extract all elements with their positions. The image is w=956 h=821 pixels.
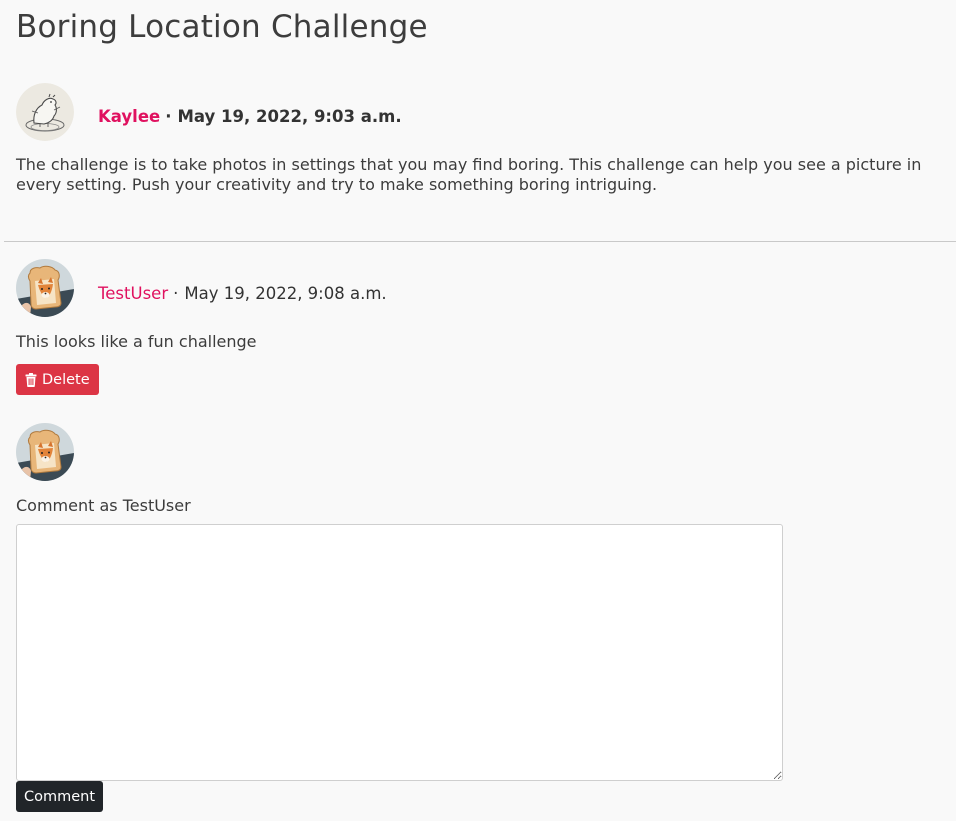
comment-author-link[interactable]: TestUser xyxy=(98,284,168,303)
delete-button-label: Delete xyxy=(42,371,90,388)
post-author-avatar[interactable] xyxy=(16,83,74,141)
submit-comment-button[interactable]: Comment xyxy=(16,781,103,812)
current-user-avatar[interactable] xyxy=(16,423,74,481)
meta-separator: · xyxy=(173,284,179,303)
page-title: Boring Location Challenge xyxy=(16,9,428,45)
shiba-toast-icon xyxy=(16,259,74,317)
meta-separator: · xyxy=(165,107,172,126)
post-date: May 19, 2022, 9:03 a.m. xyxy=(177,107,402,126)
post-body: The challenge is to take photos in setti… xyxy=(16,155,922,194)
comment-author-avatar[interactable] xyxy=(16,259,74,317)
delete-comment-button[interactable]: Delete xyxy=(16,364,99,395)
comment-date: May 19, 2022, 9:08 a.m. xyxy=(184,284,387,303)
post-author-link[interactable]: Kaylee xyxy=(98,107,160,126)
shiba-toast-icon xyxy=(16,423,74,481)
polar-bear-sketch-icon xyxy=(16,83,74,141)
trash-icon xyxy=(25,372,37,387)
comment-body: This looks like a fun challenge xyxy=(16,332,257,351)
divider xyxy=(4,241,956,242)
comment-meta: TestUser · May 19, 2022, 9:08 a.m. xyxy=(98,284,387,303)
comment-textarea[interactable] xyxy=(16,524,783,781)
post-meta: Kaylee · May 19, 2022, 9:03 a.m. xyxy=(98,107,402,126)
comment-field-label: Comment as TestUser xyxy=(16,496,191,515)
